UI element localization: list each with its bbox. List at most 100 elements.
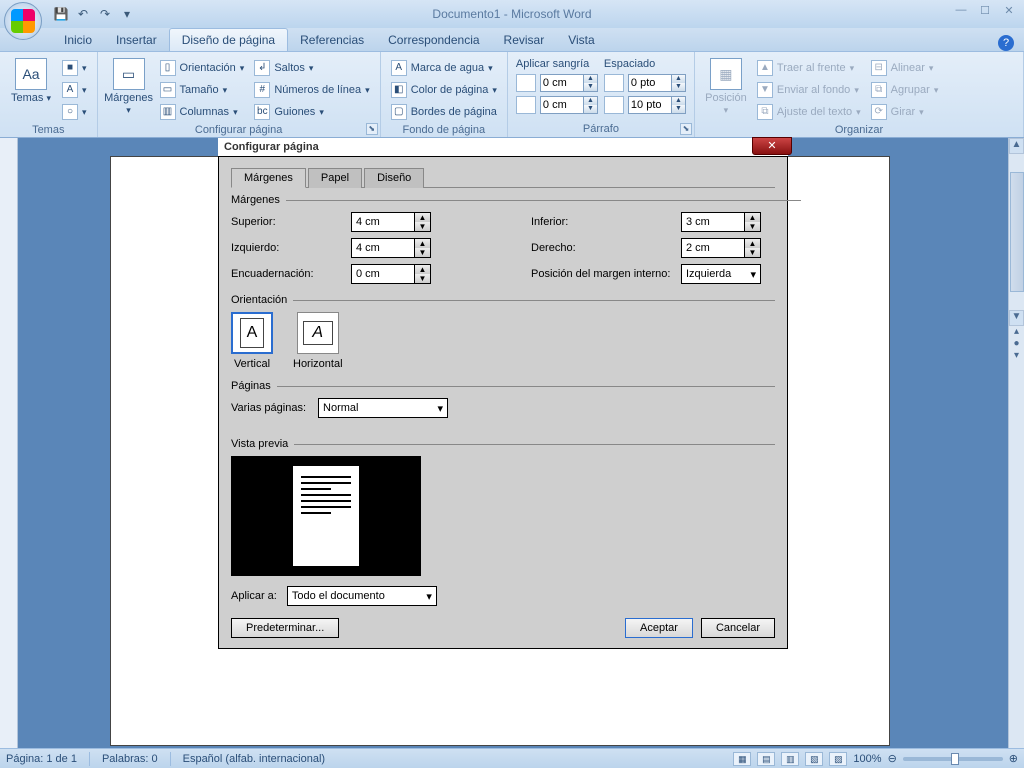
browse-object-icon[interactable]: ● <box>1009 338 1024 350</box>
tab-revisar[interactable]: Revisar <box>492 29 557 51</box>
vertical-scrollbar[interactable]: ▲ ▼ ▴ ● ▾ <box>1008 138 1024 748</box>
tab-insertar[interactable]: Insertar <box>104 29 169 51</box>
scroll-down-icon[interactable]: ▼ <box>1009 310 1024 326</box>
tab-diseno-pagina[interactable]: Diseño de página <box>169 28 288 51</box>
color-pagina-button[interactable]: ◧Color de página ▾ <box>389 80 499 100</box>
theme-effects-button[interactable]: ○▾ <box>60 102 89 122</box>
zoom-slider[interactable] <box>903 757 1003 761</box>
status-words[interactable]: Palabras: 0 <box>102 753 158 765</box>
view-full-screen-icon[interactable]: ▤ <box>757 752 775 766</box>
orientacion-button[interactable]: ▯Orientación ▾ <box>158 58 247 78</box>
orientation-icon: ▯ <box>160 60 176 76</box>
scroll-thumb[interactable] <box>1010 172 1024 292</box>
aceptar-button[interactable]: Aceptar <box>625 618 693 638</box>
zoom-out-icon[interactable]: ⊖ <box>888 752 897 765</box>
office-button[interactable] <box>4 2 42 40</box>
status-language[interactable]: Español (alfab. internacional) <box>183 753 325 765</box>
prev-page-icon[interactable]: ▴ <box>1009 326 1024 338</box>
align-icon: ⊟ <box>871 60 887 76</box>
saltos-button[interactable]: ↲Saltos ▾ <box>252 58 371 78</box>
dialog-tab-diseno[interactable]: Diseño <box>364 168 424 188</box>
effects-icon: ○ <box>62 104 78 120</box>
dialog-tab-papel[interactable]: Papel <box>308 168 362 188</box>
zoom-level[interactable]: 100% <box>853 753 881 765</box>
margenes-label: Márgenes <box>104 92 153 104</box>
view-draft-icon[interactable]: ▨ <box>829 752 847 766</box>
view-web-icon[interactable]: ▥ <box>781 752 799 766</box>
view-outline-icon[interactable]: ▧ <box>805 752 823 766</box>
theme-colors-button[interactable]: ■▾ <box>60 58 89 78</box>
dialog-tabs: Márgenes Papel Diseño <box>231 167 775 188</box>
help-icon[interactable]: ? <box>998 35 1014 51</box>
window-title: Documento1 - Microsoft Word <box>432 7 591 21</box>
posicion-margen-label: Posición del margen interno: <box>531 268 681 280</box>
traer-frente-button: ▲Traer al frente ▾ <box>755 58 863 78</box>
space-before-input[interactable]: ▲▼ <box>628 74 686 92</box>
izquierdo-input[interactable]: ▲▼ <box>351 238 431 258</box>
minimize-button[interactable]: — <box>952 4 970 18</box>
margenes-button[interactable]: ▭ Márgenes ▾ <box>106 56 152 122</box>
columnas-button[interactable]: ▥Columnas ▾ <box>158 102 247 122</box>
tamano-button[interactable]: ▭Tamaño ▾ <box>158 80 247 100</box>
size-icon: ▭ <box>160 82 176 98</box>
aplicar-a-select[interactable]: Todo el documento▾ <box>287 586 437 606</box>
inferior-input[interactable]: ▲▼ <box>681 212 761 232</box>
undo-icon[interactable]: ↶ <box>74 5 92 23</box>
inferior-label: Inferior: <box>531 216 681 228</box>
superior-input[interactable]: ▲▼ <box>351 212 431 232</box>
indent-left-input[interactable]: ▲▼ <box>540 74 598 92</box>
group-fondo-pagina: AMarca de agua ▾ ◧Color de página ▾ ▢Bor… <box>381 52 508 137</box>
rotate-icon: ⟳ <box>871 104 887 120</box>
posicion-button: ▦ Posición ▾ <box>703 56 749 122</box>
group-configurar-label: Configurar página <box>106 122 372 136</box>
title-bar: 💾 ↶ ↷ ▾ Documento1 - Microsoft Word — ☐ … <box>0 0 1024 28</box>
space-after-input[interactable]: ▲▼ <box>628 96 686 114</box>
theme-fonts-button[interactable]: A▾ <box>60 80 89 100</box>
encuadernacion-label: Encuadernación: <box>231 268 351 280</box>
tab-vista[interactable]: Vista <box>556 29 606 51</box>
orientation-vertical[interactable]: A Vertical <box>231 312 273 370</box>
view-print-layout-icon[interactable]: ▦ <box>733 752 751 766</box>
orientation-horizontal[interactable]: A Horizontal <box>293 312 343 370</box>
bordes-pagina-button[interactable]: ▢Bordes de página <box>389 102 499 122</box>
columns-icon: ▥ <box>160 104 176 120</box>
posicion-margen-select[interactable]: Izquierda▾ <box>681 264 761 284</box>
indent-right-input[interactable]: ▲▼ <box>540 96 598 114</box>
scroll-up-icon[interactable]: ▲ <box>1009 138 1024 154</box>
save-icon[interactable]: 💾 <box>52 5 70 23</box>
predeterminar-button[interactable]: Predeterminar... <box>231 618 339 638</box>
guiones-button[interactable]: bcGuiones ▾ <box>252 102 371 122</box>
encuadernacion-input[interactable]: ▲▼ <box>351 264 431 284</box>
tab-correspondencia[interactable]: Correspondencia <box>376 29 491 51</box>
temas-button[interactable]: Aa Temas ▾ <box>8 56 54 122</box>
dialog-tab-margenes[interactable]: Márgenes <box>231 168 306 188</box>
cancelar-button[interactable]: Cancelar <box>701 618 775 638</box>
dialog-close-button[interactable]: ✕ <box>752 137 792 155</box>
landscape-icon: A <box>297 312 339 354</box>
group-configurar-pagina: ▭ Márgenes ▾ ▯Orientación ▾ ▭Tamaño ▾ ▥C… <box>98 52 381 137</box>
next-page-icon[interactable]: ▾ <box>1009 350 1024 362</box>
group-organizar-label: Organizar <box>703 122 1015 136</box>
tab-referencias[interactable]: Referencias <box>288 29 376 51</box>
breaks-icon: ↲ <box>254 60 270 76</box>
marca-agua-button[interactable]: AMarca de agua ▾ <box>389 58 499 78</box>
qat-customize-icon[interactable]: ▾ <box>118 5 136 23</box>
redo-icon[interactable]: ↷ <box>96 5 114 23</box>
varias-paginas-select[interactable]: Normal▾ <box>318 398 448 418</box>
configurar-launcher[interactable]: ⬊ <box>366 123 378 135</box>
close-button[interactable]: ✕ <box>1000 4 1018 18</box>
parrafo-launcher[interactable]: ⬊ <box>680 123 692 135</box>
portrait-icon: A <box>231 312 273 354</box>
maximize-button[interactable]: ☐ <box>976 4 994 18</box>
tab-inicio[interactable]: Inicio <box>52 29 104 51</box>
enviar-fondo-button: ▼Enviar al fondo ▾ <box>755 80 863 100</box>
vista-previa-legend: Vista previa <box>231 438 775 450</box>
status-page[interactable]: Página: 1 de 1 <box>6 753 77 765</box>
zoom-in-icon[interactable]: ⊕ <box>1009 752 1018 765</box>
temas-label: Temas <box>11 92 43 104</box>
derecho-input[interactable]: ▲▼ <box>681 238 761 258</box>
indent-right-icon <box>516 96 536 114</box>
page-borders-icon: ▢ <box>391 104 407 120</box>
paginas-legend: Páginas <box>231 380 775 392</box>
numeros-linea-button[interactable]: #Números de línea ▾ <box>252 80 371 100</box>
